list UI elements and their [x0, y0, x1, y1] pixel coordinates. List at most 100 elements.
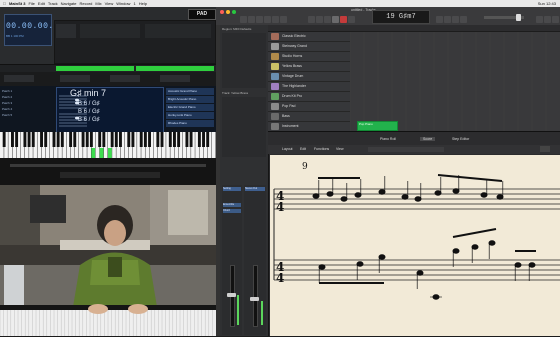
patch-item[interactable]: Acoustic Grand Piano: [166, 88, 214, 95]
fader-panel[interactable]: [80, 24, 140, 38]
track-name: Classic Electric: [282, 34, 306, 38]
forward-icon[interactable]: [316, 16, 323, 23]
menu-window[interactable]: Window: [116, 1, 130, 6]
note-head: [416, 270, 424, 276]
track-row[interactable]: Yellow Brass: [268, 62, 350, 72]
track-headers: Classic Electric Steinway Grand Studio Hor…: [268, 25, 350, 142]
track-row[interactable]: Studio Horns: [268, 52, 350, 62]
strip-setting[interactable]: Setting: [223, 187, 241, 191]
tab-piano-roll[interactable]: Piano Roll: [380, 137, 396, 141]
black-key: [197, 132, 201, 147]
menu-file[interactable]: File: [28, 1, 34, 6]
apple-icon[interactable]: : [3, 1, 6, 6]
menu-app[interactable]: MainSt 3: [9, 1, 25, 6]
inspector-region-label[interactable]: Region: MIDI Defaults: [220, 25, 268, 33]
bar-ruler[interactable]: [350, 25, 560, 32]
track-name: Studio Horns: [282, 54, 303, 58]
cycle-icon[interactable]: [348, 16, 355, 23]
arrange-area[interactable]: [349, 25, 560, 132]
controls-panel[interactable]: [145, 24, 211, 38]
menu-edit-score[interactable]: Edit: [300, 147, 306, 151]
play-icon[interactable]: [332, 16, 339, 23]
menu-view-score[interactable]: View: [336, 147, 344, 151]
output-fader-knob[interactable]: [250, 297, 259, 301]
editor-tabs: Piano Roll Score Step Editor: [268, 131, 560, 146]
menu-help[interactable]: Help: [139, 1, 147, 6]
menu-1[interactable]: 1: [133, 1, 135, 6]
zoom-icon[interactable]: [232, 10, 236, 14]
notepad-icon[interactable]: [544, 16, 551, 23]
record-icon[interactable]: [340, 16, 347, 23]
transport: [308, 16, 356, 24]
patch-browser: Acoustic Grand Piano Bright Acoustic Pia…: [166, 88, 214, 130]
patch-item[interactable]: Honky-tonk Piano: [166, 112, 214, 119]
black-key: [81, 132, 85, 147]
track-row[interactable]: Pop Pad: [268, 102, 350, 112]
close-icon[interactable]: [220, 10, 224, 14]
arrange-grid: [349, 32, 547, 132]
metronome-icon[interactable]: [460, 16, 467, 23]
patch-list-item[interactable]: Patch 5: [2, 112, 52, 118]
smart-controls-icon[interactable]: [264, 16, 271, 23]
zoom-control[interactable]: [540, 146, 550, 152]
fader-knob[interactable]: [227, 293, 236, 297]
tab-step-editor[interactable]: Step Editor: [452, 137, 469, 141]
solo-icon[interactable]: [444, 16, 451, 23]
strip-chord[interactable]: Chord: [223, 209, 241, 213]
piano-keys[interactable]: [0, 132, 216, 158]
patch-item[interactable]: Electric Grand Piano: [166, 104, 214, 111]
black-key: [44, 132, 48, 147]
menu-functions[interactable]: Functions: [314, 147, 329, 151]
mixer-icon[interactable]: [272, 16, 279, 23]
strip-output-label[interactable]: Stereo Out: [245, 187, 265, 191]
stop-icon[interactable]: [324, 16, 331, 23]
menu-edit[interactable]: Edit: [38, 1, 45, 6]
strip-ensemble[interactable]: Ensemble: [223, 203, 241, 207]
track-row[interactable]: Steinway Grand: [268, 42, 350, 52]
patch-item[interactable]: Rhodes Piano: [166, 120, 214, 127]
midi-region[interactable]: Pop Piano: [357, 121, 398, 131]
tab-score[interactable]: Score: [420, 137, 436, 141]
onscreen-keyboard[interactable]: [0, 132, 216, 158]
green-slot-2[interactable]: [136, 66, 214, 71]
score-tool-strip[interactable]: [368, 147, 444, 152]
list-editors-icon[interactable]: [536, 16, 543, 23]
menu-record[interactable]: Record: [79, 1, 92, 6]
track-row[interactable]: Vintage Drum: [268, 72, 350, 82]
score-notation[interactable]: 9 4 4 4 4: [270, 155, 560, 336]
library-icon[interactable]: [240, 16, 247, 23]
rewind-icon[interactable]: [308, 16, 315, 23]
knob-panel[interactable]: [56, 24, 76, 38]
track-row[interactable]: The Highlander: [268, 82, 350, 92]
count-in-icon[interactable]: [452, 16, 459, 23]
keyboard-controls: [0, 158, 216, 185]
menu-view[interactable]: View: [105, 1, 114, 6]
note-head: [528, 262, 536, 268]
menu-navigate[interactable]: Navigate: [61, 1, 77, 6]
track-row[interactable]: Bass: [268, 112, 350, 122]
inspector-icon[interactable]: [248, 16, 255, 23]
loops-icon[interactable]: [552, 16, 559, 23]
patch-list: Patch 1 Patch 2 Patch 3 Patch 4 Patch 5: [2, 88, 52, 130]
note-head: [434, 190, 442, 196]
minimize-icon[interactable]: [226, 10, 230, 14]
toolbar-left-buttons: [240, 16, 288, 24]
menu-layout[interactable]: Layout: [282, 147, 293, 151]
logic-lcd[interactable]: 19 G♯m7: [372, 10, 430, 24]
inspector-track-label[interactable]: Track: Yellow Brass: [222, 91, 248, 95]
track-row[interactable]: Drum Kit Pro: [268, 92, 350, 102]
track-name: The Highlander: [282, 84, 306, 88]
score-toolbar: Layout Edit Functions View: [268, 145, 560, 154]
master-volume-knob[interactable]: [516, 14, 521, 21]
patch-item[interactable]: Bright Acoustic Piano: [166, 96, 214, 103]
track-row[interactable]: Classic Electric: [268, 32, 350, 42]
green-slot-1[interactable]: [56, 66, 134, 71]
tuner-icon[interactable]: [436, 16, 443, 23]
editors-icon[interactable]: [280, 16, 287, 23]
menu-mix[interactable]: Mix: [95, 1, 101, 6]
channel-strip-track: Setting Ensemble Chord: [222, 185, 242, 335]
score-view[interactable]: 9 4 4 4 4: [270, 155, 560, 336]
menu-track[interactable]: Track: [48, 1, 58, 6]
help-icon[interactable]: [256, 16, 263, 23]
output-fader[interactable]: [253, 265, 258, 327]
